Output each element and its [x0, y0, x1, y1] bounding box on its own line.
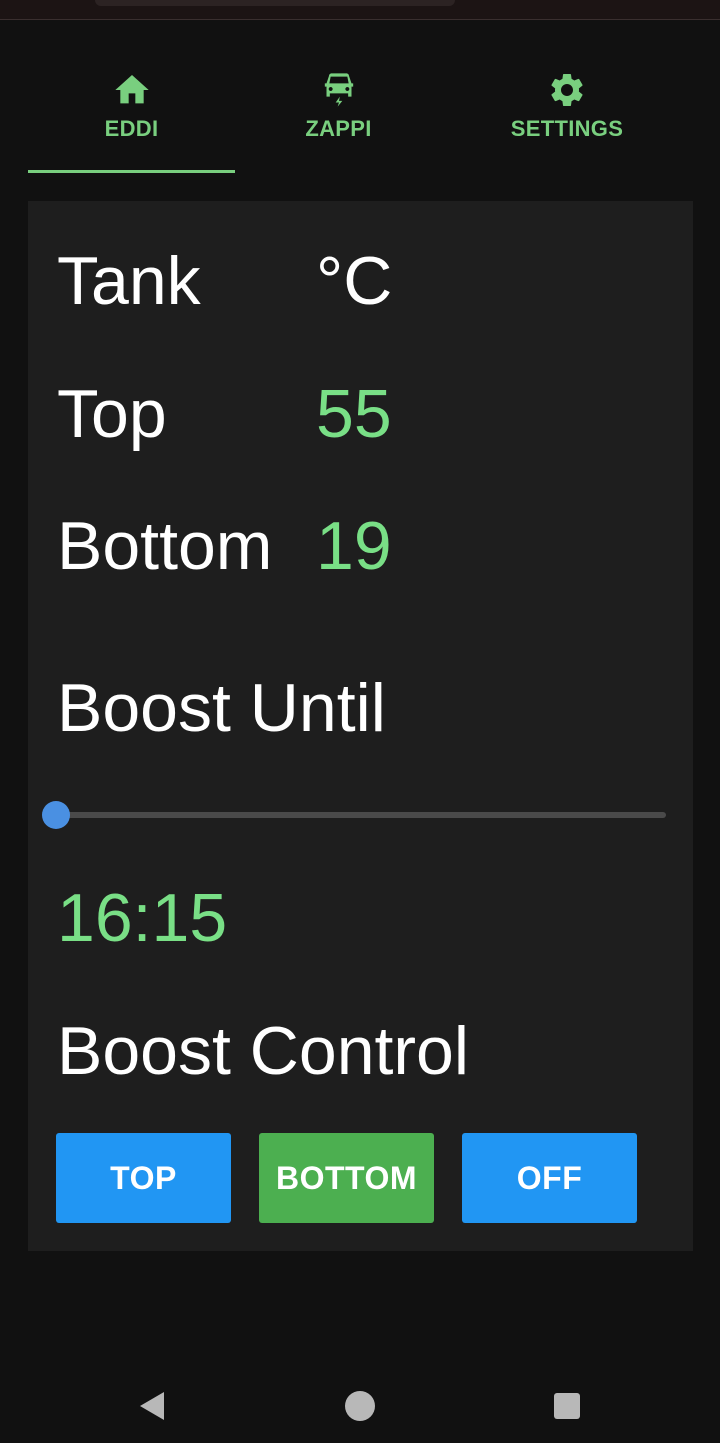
boost-time-slider-thumb[interactable] [42, 801, 70, 829]
boost-time-slider[interactable] [56, 812, 666, 818]
back-icon[interactable] [134, 1386, 174, 1426]
tab-zappi-label: ZAPPI [305, 116, 372, 141]
tab-bar: EDDI ZAPPI SETTINGS [0, 60, 720, 174]
boost-top-button[interactable]: TOP [56, 1133, 231, 1223]
boost-until-label: Boost Until [57, 670, 386, 746]
home-icon [114, 75, 149, 104]
car-charging-icon [324, 73, 353, 107]
system-navigation-bar [0, 1360, 720, 1443]
tab-zappi[interactable]: ZAPPI [235, 60, 442, 174]
tab-eddi-label: EDDI [104, 116, 159, 141]
boost-control-label: Boost Control [57, 1013, 469, 1089]
gear-icon [551, 74, 583, 106]
status-bar [0, 0, 720, 20]
top-label: Top [57, 376, 167, 452]
bottom-label: Bottom [57, 508, 273, 584]
tab-settings-label: SETTINGS [510, 116, 624, 141]
tab-eddi[interactable]: EDDI [28, 60, 235, 174]
active-tab-indicator [28, 170, 235, 173]
recents-icon[interactable] [547, 1386, 587, 1426]
app-screen: EDDI ZAPPI SETTINGS Tank °C Top 55 Botto… [0, 0, 720, 1443]
tab-settings[interactable]: SETTINGS [462, 60, 672, 174]
temperature-unit: °C [316, 243, 393, 319]
home-circle-icon[interactable] [340, 1386, 380, 1426]
status-pill [95, 0, 455, 6]
boost-bottom-button[interactable]: BOTTOM [259, 1133, 434, 1223]
boost-off-button[interactable]: OFF [462, 1133, 637, 1223]
top-temperature-value: 55 [316, 376, 392, 452]
boost-until-time: 16:15 [57, 880, 228, 956]
bottom-temperature-value: 19 [316, 508, 392, 584]
tank-title: Tank [57, 243, 201, 319]
